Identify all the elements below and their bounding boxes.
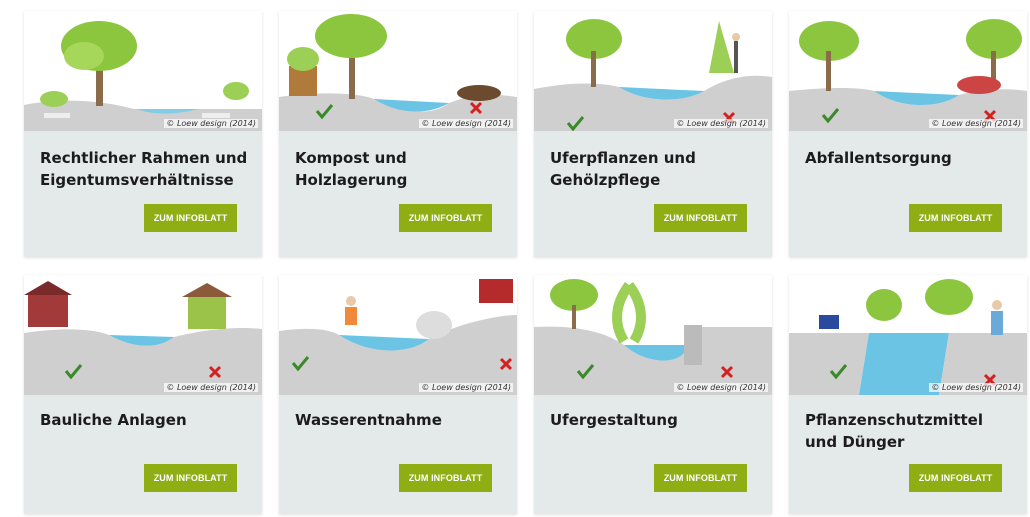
- card-abfallentsorgung: © Loew design (2014) Abfallentsorgung ZU…: [789, 11, 1027, 257]
- riverbank-illustration: [24, 281, 262, 395]
- card-kompost: © Loew design (2014) Kompost und Holzlag…: [279, 11, 517, 257]
- card-illustration[interactable]: © Loew design (2014): [24, 275, 262, 395]
- riverbank-illustration: [279, 279, 517, 395]
- card-illustration[interactable]: © Loew design (2014): [534, 275, 772, 395]
- card-illustration[interactable]: © Loew design (2014): [789, 275, 1027, 395]
- card-illustration[interactable]: © Loew design (2014): [279, 11, 517, 131]
- infoblatt-button[interactable]: ZUM INFOBLATT: [144, 464, 237, 492]
- card-bauliche-anlagen: © Loew design (2014) Bauliche Anlagen ZU…: [24, 275, 262, 514]
- infoblatt-button[interactable]: ZUM INFOBLATT: [144, 204, 237, 232]
- image-credit: © Loew design (2014): [929, 383, 1023, 392]
- card-ufergestaltung: © Loew design (2014) Ufergestaltung ZUM …: [534, 275, 772, 514]
- image-credit: © Loew design (2014): [929, 119, 1023, 128]
- riverbank-illustration: [789, 19, 1027, 131]
- card-illustration[interactable]: © Loew design (2014): [789, 11, 1027, 131]
- infoblatt-button[interactable]: ZUM INFOBLATT: [654, 464, 747, 492]
- riverbank-illustration: [534, 279, 772, 395]
- image-credit: © Loew design (2014): [164, 119, 258, 128]
- infoblatt-button[interactable]: ZUM INFOBLATT: [909, 204, 1002, 232]
- image-credit: © Loew design (2014): [164, 383, 258, 392]
- riverbank-illustration: [279, 14, 517, 131]
- infoblatt-button[interactable]: ZUM INFOBLATT: [909, 464, 1002, 492]
- riverbank-illustration: [534, 19, 772, 131]
- infoblatt-button[interactable]: ZUM INFOBLATT: [399, 204, 492, 232]
- riverbank-illustration: [789, 279, 1027, 395]
- card-title: Abfallentsorgung: [805, 149, 952, 167]
- card-title: Ufergestaltung: [550, 411, 678, 429]
- card-illustration[interactable]: © Loew design (2014): [24, 11, 262, 131]
- card-illustration[interactable]: © Loew design (2014): [279, 275, 517, 395]
- card-pflanzenschutzmittel: © Loew design (2014) Pflanzenschutzmitte…: [789, 275, 1027, 514]
- image-credit: © Loew design (2014): [419, 119, 513, 128]
- card-title: Bauliche Anlagen: [40, 411, 187, 429]
- card-title: Uferpflanzen und Gehölzpflege: [550, 149, 696, 189]
- infoblatt-button[interactable]: ZUM INFOBLATT: [654, 204, 747, 232]
- card-rechtlicher-rahmen: © Loew design (2014) Rechtlicher Rahmen …: [24, 11, 262, 257]
- card-title: Kompost und Holzlagerung: [295, 149, 408, 189]
- image-credit: © Loew design (2014): [674, 119, 768, 128]
- card-title: Pflanzenschutzmittel und Dünger: [805, 411, 984, 451]
- card-wasserentnahme: © Loew design (2014) Wasserentnahme ZUM …: [279, 275, 517, 514]
- card-title: Wasserentnahme: [295, 411, 442, 429]
- image-credit: © Loew design (2014): [674, 383, 768, 392]
- card-uferpflanzen: © Loew design (2014) Uferpflanzen und Ge…: [534, 11, 772, 257]
- card-title: Rechtlicher Rahmen und Eigentumsverhältn…: [40, 149, 248, 189]
- infoblatt-button[interactable]: ZUM INFOBLATT: [399, 464, 492, 492]
- infoblatt-grid: © Loew design (2014) Rechtlicher Rahmen …: [0, 0, 1030, 517]
- riverbank-illustration: [24, 21, 262, 131]
- image-credit: © Loew design (2014): [419, 383, 513, 392]
- card-illustration[interactable]: © Loew design (2014): [534, 11, 772, 131]
